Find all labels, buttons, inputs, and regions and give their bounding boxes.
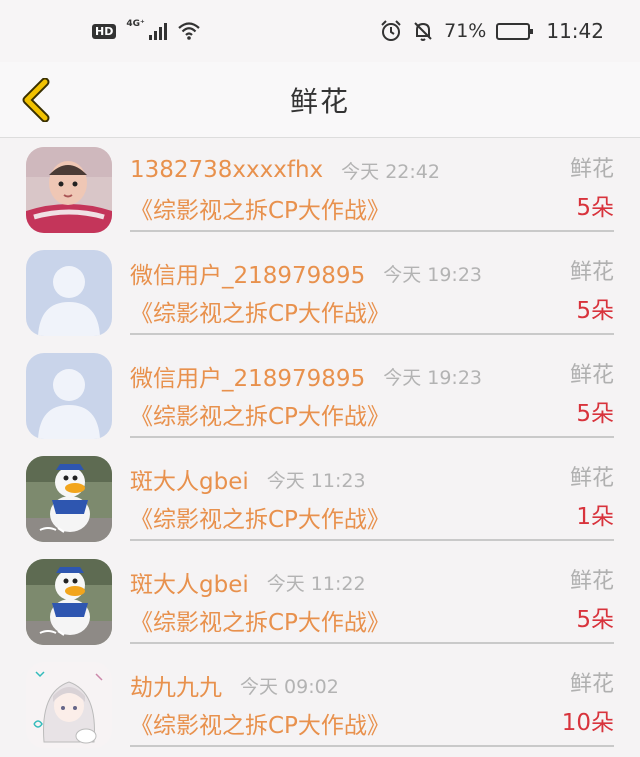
list-item-detail: 《综影视之拆CP大作战》 5朵 — [130, 191, 614, 225]
signal-icon — [148, 22, 167, 40]
clock: 11:42 — [546, 19, 604, 43]
status-bar: HD 4G⁺ 71% 11:42 — [0, 0, 640, 62]
nav-bar: 鲜花 — [0, 62, 640, 138]
network-type: 4G⁺ — [126, 19, 145, 29]
list-item-header: 斑大人gbei 今天 11:22 鲜花 — [130, 565, 614, 599]
gift-type-label: 鲜花 — [569, 466, 614, 491]
flower-count: 5朵 — [576, 298, 614, 324]
flower-count: 1朵 — [576, 504, 614, 530]
flower-record-list: 1382738xxxxfhx 今天 22:42 鲜花 《综影视之拆CP大作战》 5朵 微信… — [0, 139, 640, 757]
timestamp: 今天 19:23 — [383, 263, 482, 286]
chevron-left-icon — [22, 78, 50, 122]
user-name[interactable]: 1382738xxxxfhx — [130, 157, 323, 183]
list-item-header: 微信用户_218979895 今天 19:23 鲜花 — [130, 359, 614, 393]
list-item-detail: 《综影视之拆CP大作战》 5朵 — [130, 294, 614, 328]
book-title[interactable]: 《综影视之拆CP大作战》 — [130, 397, 390, 431]
bell-muted-icon — [414, 22, 432, 41]
book-title[interactable]: 《综影视之拆CP大作战》 — [130, 603, 390, 637]
avatar[interactable] — [26, 559, 112, 645]
book-title[interactable]: 《综影视之拆CP大作战》 — [130, 500, 390, 534]
battery-percent: 71% — [444, 20, 487, 42]
timestamp: 今天 19:23 — [383, 366, 482, 389]
list-item-info: 1382738xxxxfhx 今天 22:42 鲜花《综影视之拆CP大作战》 5朵 — [130, 139, 614, 232]
flower-count: 5朵 — [576, 607, 614, 633]
list-item-header: 劫九九九 今天 09:02 鲜花 — [130, 668, 614, 702]
list-item-header: 微信用户_218979895 今天 19:23 鲜花 — [130, 256, 614, 290]
avatar[interactable] — [26, 456, 112, 542]
timestamp: 今天 22:42 — [341, 160, 440, 183]
book-title[interactable]: 《综影视之拆CP大作战》 — [130, 706, 390, 740]
list-item-header: 斑大人gbei 今天 11:23 鲜花 — [130, 462, 614, 496]
timestamp: 今天 11:23 — [266, 469, 366, 492]
avatar[interactable] — [26, 147, 112, 233]
gift-type-label: 鲜花 — [569, 363, 614, 388]
flower-count: 10朵 — [561, 710, 614, 736]
avatar[interactable] — [26, 250, 112, 336]
gift-type-label: 鲜花 — [569, 260, 614, 285]
user-name[interactable]: 微信用户_218979895 — [130, 256, 365, 290]
gift-type-label: 鲜花 — [569, 157, 614, 182]
gift-type-label: 鲜花 — [569, 672, 614, 697]
list-item[interactable]: 1382738xxxxfhx 今天 22:42 鲜花《综影视之拆CP大作战》 5朵 — [0, 139, 640, 242]
avatar[interactable] — [26, 353, 112, 439]
list-item-info: 斑大人gbei 今天 11:23 鲜花《综影视之拆CP大作战》 1朵 — [130, 448, 614, 541]
back-button[interactable] — [14, 76, 58, 124]
book-title[interactable]: 《综影视之拆CP大作战》 — [130, 294, 390, 328]
user-name[interactable]: 微信用户_218979895 — [130, 359, 365, 393]
gift-type-label: 鲜花 — [569, 569, 614, 594]
timestamp: 今天 11:22 — [266, 572, 366, 595]
status-right: 71% 11:42 — [380, 19, 604, 43]
page-title: 鲜花 — [289, 84, 350, 118]
avatar[interactable] — [26, 662, 112, 748]
timestamp: 今天 09:02 — [240, 675, 339, 698]
list-item[interactable]: 微信用户_218979895 今天 19:23 鲜花《综影视之拆CP大作战》 5朵 — [0, 242, 640, 345]
user-name[interactable]: 劫九九九 — [130, 668, 222, 702]
wifi-icon — [178, 22, 200, 40]
status-left: HD 4G⁺ — [92, 19, 201, 41]
list-item[interactable]: 劫九九九 今天 09:02 鲜花《综影视之拆CP大作战》 10朵 — [0, 654, 640, 757]
alarm-icon — [381, 20, 401, 41]
user-name[interactable]: 斑大人gbei — [130, 462, 249, 496]
list-item[interactable]: 斑大人gbei 今天 11:22 鲜花《综影视之拆CP大作战》 5朵 — [0, 551, 640, 654]
flower-count: 5朵 — [576, 195, 614, 221]
list-item[interactable]: 微信用户_218979895 今天 19:23 鲜花《综影视之拆CP大作战》 5朵 — [0, 345, 640, 448]
book-title[interactable]: 《综影视之拆CP大作战》 — [130, 191, 390, 225]
list-item-info: 劫九九九 今天 09:02 鲜花《综影视之拆CP大作战》 10朵 — [130, 654, 614, 747]
list-item-detail: 《综影视之拆CP大作战》 1朵 — [130, 500, 614, 534]
user-name[interactable]: 斑大人gbei — [130, 565, 249, 599]
list-item-info: 微信用户_218979895 今天 19:23 鲜花《综影视之拆CP大作战》 5朵 — [130, 345, 614, 438]
list-item-detail: 《综影视之拆CP大作战》 5朵 — [130, 397, 614, 431]
list-item[interactable]: 斑大人gbei 今天 11:23 鲜花《综影视之拆CP大作战》 1朵 — [0, 448, 640, 551]
hd-icon: HD — [92, 23, 117, 39]
list-item-header: 1382738xxxxfhx 今天 22:42 鲜花 — [130, 153, 614, 187]
flower-count: 5朵 — [576, 401, 614, 427]
battery-icon — [496, 22, 534, 40]
list-item-detail: 《综影视之拆CP大作战》 5朵 — [130, 603, 614, 637]
list-item-info: 微信用户_218979895 今天 19:23 鲜花《综影视之拆CP大作战》 5朵 — [130, 242, 614, 335]
list-item-detail: 《综影视之拆CP大作战》 10朵 — [130, 706, 614, 740]
list-item-info: 斑大人gbei 今天 11:22 鲜花《综影视之拆CP大作战》 5朵 — [130, 551, 614, 644]
